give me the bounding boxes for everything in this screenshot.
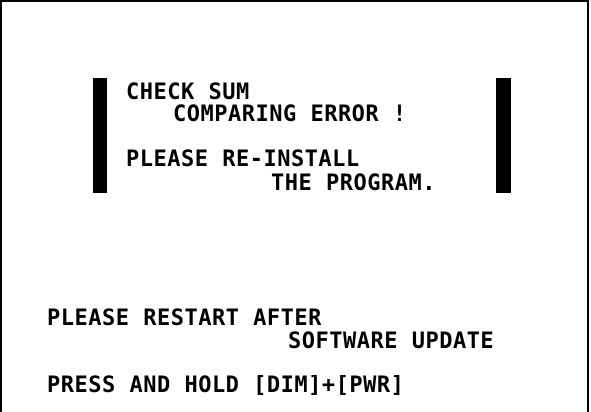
reinstall-instruction: PLEASE RE-INSTALL [126, 147, 360, 172]
error-title: CHECK SUM [126, 80, 250, 105]
restart-instruction: PLEASE RESTART AFTER [47, 306, 322, 331]
key-combo-instruction: PRESS AND HOLD [DIM]+[PWR] [47, 373, 405, 398]
error-detail: COMPARING ERROR ! [173, 102, 407, 127]
error-box-left-bar [93, 78, 107, 193]
device-screen: CHECK SUM COMPARING ERROR ! PLEASE RE-IN… [0, 0, 589, 412]
restart-instruction-cont: SOFTWARE UPDATE [288, 329, 495, 354]
error-box-right-bar [496, 78, 511, 193]
reinstall-instruction-cont: THE PROGRAM. [271, 171, 436, 196]
